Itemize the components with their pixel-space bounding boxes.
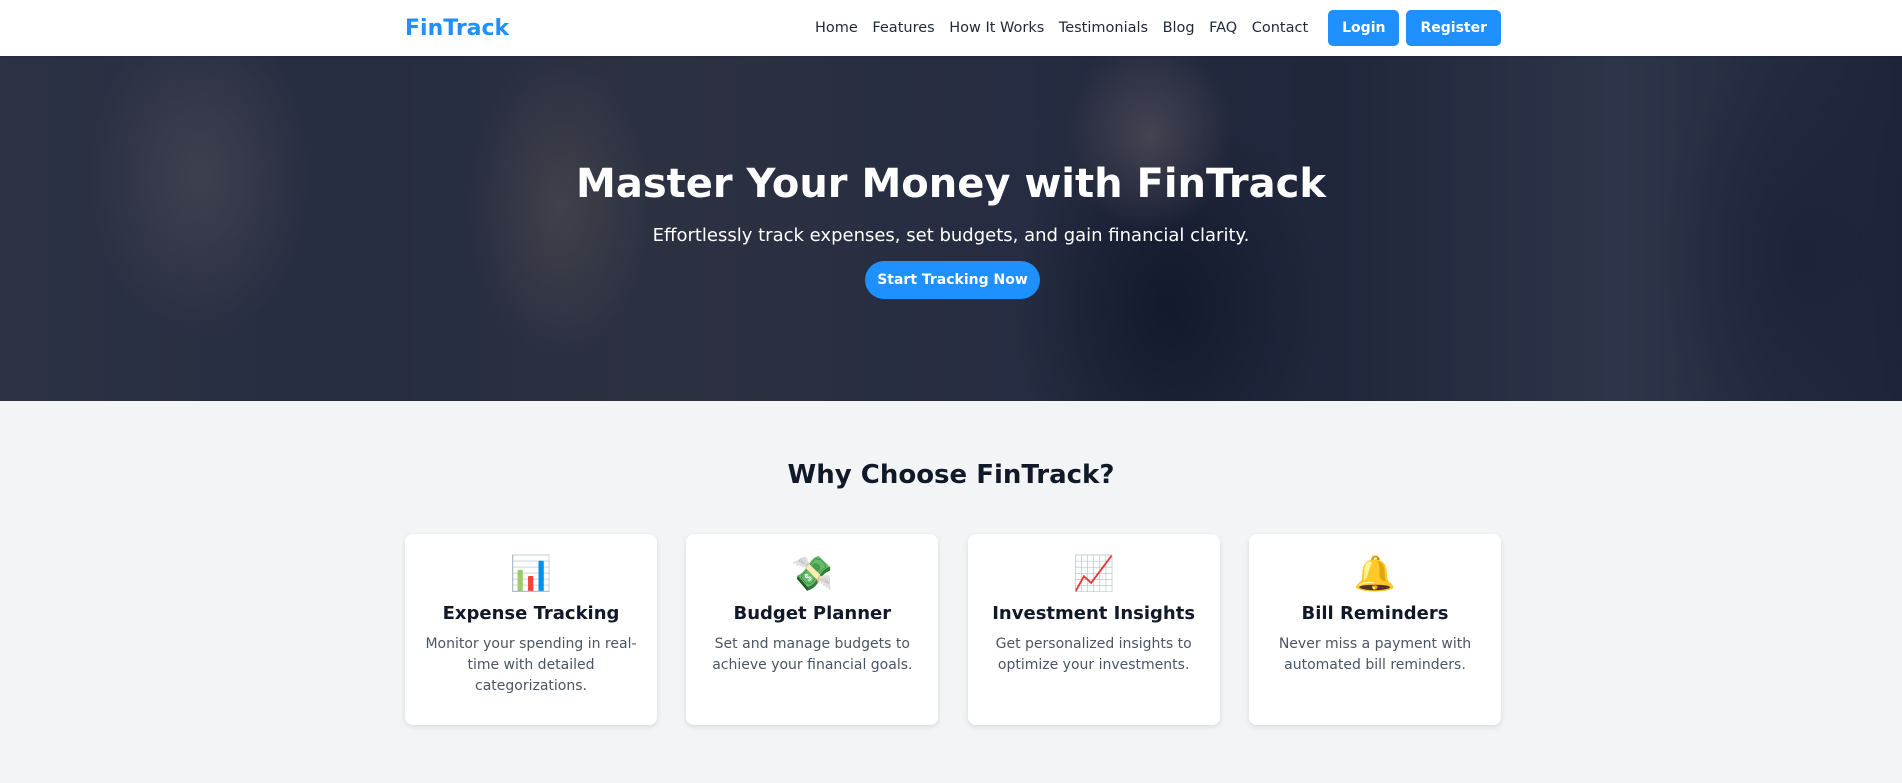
hero-subtitle: Effortlessly track expenses, set budgets… — [652, 225, 1250, 246]
feature-card-expense-tracking: 📊 Expense Tracking Monitor your spending… — [405, 534, 657, 725]
bell-icon: 🔔 — [1353, 554, 1397, 594]
nav-link-how-it-works[interactable]: How It Works — [949, 20, 1044, 36]
bar-chart-icon: 📊 — [509, 554, 553, 594]
feature-card-title: Expense Tracking — [442, 603, 620, 624]
navbar-container: FinTrack Home Features How It Works Test… — [405, 0, 1501, 56]
start-tracking-button[interactable]: Start Tracking Now — [865, 261, 1040, 299]
feature-card-title: Investment Insights — [992, 603, 1196, 624]
feature-card-description: Monitor your spending in real-time with … — [425, 636, 637, 694]
feature-card-budget-planner: 💸 Budget Planner Set and manage budgets … — [686, 534, 939, 725]
chart-increasing-icon: 📈 — [1072, 554, 1115, 594]
nav-link-contact[interactable]: Contact — [1252, 20, 1308, 36]
nav-link-home[interactable]: Home — [815, 20, 858, 36]
feature-card-description: Get personalized insights to optimize yo… — [995, 636, 1192, 673]
nav-link-features[interactable]: Features — [872, 20, 934, 36]
feature-card-bill-reminders: 🔔 Bill Reminders Never miss a payment wi… — [1248, 534, 1501, 725]
nav-menu: Home Features How It Works Testimonials … — [815, 10, 1501, 46]
feature-card-investment-insights: 📈 Investment Insights Get personalized i… — [967, 534, 1220, 725]
feature-cards: 📊 Expense Tracking Monitor your spending… — [405, 534, 1501, 725]
login-button[interactable]: Login — [1328, 10, 1400, 46]
hero-title: Master Your Money with FinTrack — [576, 161, 1326, 207]
features-section: Why Choose FinTrack? 📊 Expense Tracking … — [0, 401, 1902, 783]
navbar: FinTrack Home Features How It Works Test… — [0, 0, 1902, 56]
feature-card-description: Never miss a payment with automated bill… — [1278, 636, 1472, 673]
nav-link-faq[interactable]: FAQ — [1209, 20, 1237, 36]
feature-card-description: Set and manage budgets to achieve your f… — [712, 636, 913, 673]
nav-link-testimonials[interactable]: Testimonials — [1059, 20, 1148, 36]
features-title: Why Choose FinTrack? — [787, 460, 1115, 490]
feature-card-title: Budget Planner — [733, 603, 892, 624]
register-button[interactable]: Register — [1406, 10, 1501, 46]
hero-section: Master Your Money with FinTrack Effortle… — [0, 56, 1902, 401]
feature-card-title: Bill Reminders — [1301, 603, 1449, 624]
nav-link-blog[interactable]: Blog — [1163, 20, 1195, 36]
brand-logo[interactable]: FinTrack — [405, 16, 509, 41]
money-with-wings-icon: 💸 — [791, 554, 834, 594]
